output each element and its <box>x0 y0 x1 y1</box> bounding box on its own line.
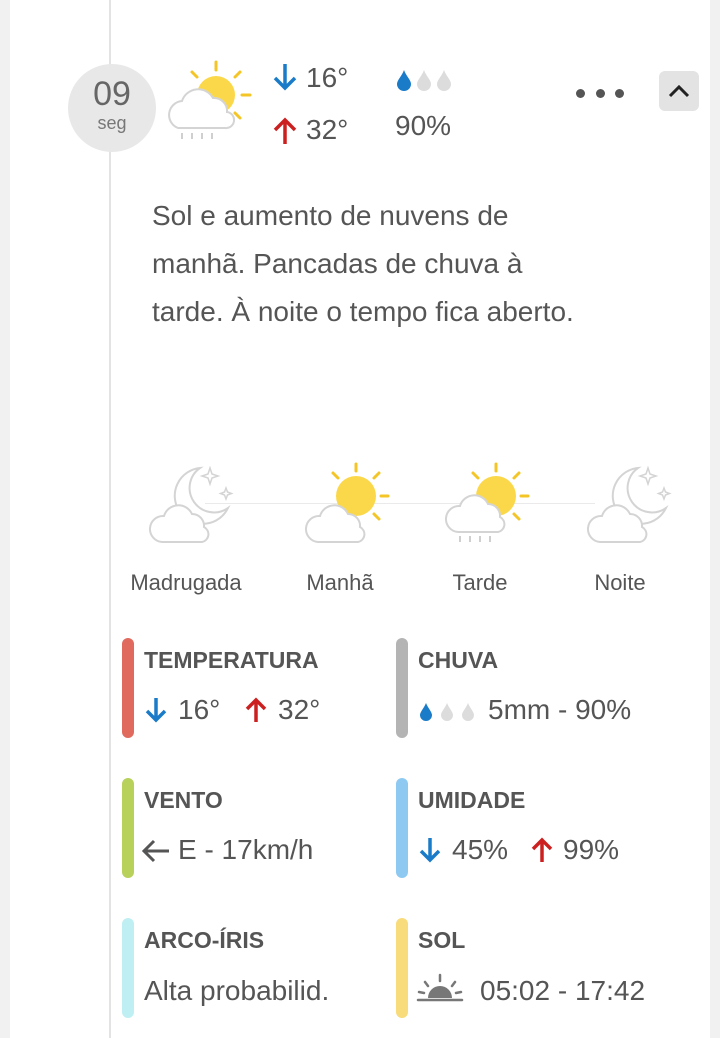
forecast-card: 09 seg 16° 32° 90% Sol e aumento de nuve… <box>10 0 710 1038</box>
chevron-up-icon <box>668 84 690 98</box>
date-badge: 09 seg <box>68 64 156 152</box>
humidity-color-bar <box>396 778 408 878</box>
moon-cloud-icon <box>149 465 234 543</box>
rainbow-title: ARCO-ÍRIS <box>144 927 265 953</box>
collapse-button[interactable] <box>659 71 699 111</box>
wind-value: E - 17km/h <box>178 834 314 865</box>
wind-title: VENTO <box>144 787 223 813</box>
moon-cloud-icon <box>587 465 672 543</box>
humidity-title: UMIDADE <box>418 787 526 813</box>
arrow-up-icon <box>273 117 297 144</box>
forecast-description: Sol e aumento de nuvens de manhã. Pancad… <box>152 200 574 327</box>
humidity-min: 45% <box>452 834 509 865</box>
arrow-down-icon <box>273 64 297 91</box>
arrow-down-icon <box>419 838 441 863</box>
period-label-tarde: Tarde <box>452 570 508 595</box>
sun-color-bar <box>396 918 408 1018</box>
sun-cloud-icon <box>305 462 390 543</box>
temperature-color-bar <box>122 638 134 738</box>
rain-title: CHUVA <box>418 647 499 673</box>
temperature-title: TEMPERATURA <box>144 647 319 673</box>
rainbow-color-bar <box>122 918 134 1018</box>
temperature-min: 16° <box>178 694 221 725</box>
arrow-up-icon <box>531 837 553 862</box>
sun-times: 05:02 - 17:42 <box>480 975 646 1006</box>
rain-probability: 90% <box>395 110 452 141</box>
sun-rain-cloud-icon <box>445 462 530 542</box>
dot-icon <box>615 88 624 98</box>
weekday-label: seg <box>97 113 127 133</box>
sun-title: SOL <box>418 927 466 953</box>
arrow-up-icon <box>245 697 267 722</box>
temp-max: 32° <box>306 114 349 145</box>
date-number: 09 <box>93 75 131 113</box>
sunrise-icon <box>416 973 464 1002</box>
rainbow-value: Alta probabilid. <box>144 975 330 1006</box>
period-label-manha: Manhã <box>306 570 374 595</box>
period-label-noite: Noite <box>594 570 646 595</box>
arrow-left-icon <box>141 839 169 863</box>
dot-icon <box>595 88 605 98</box>
temp-min: 16° <box>306 62 349 93</box>
rain-drops-icon <box>397 70 451 91</box>
arrow-down-icon <box>145 698 167 723</box>
humidity-max: 99% <box>563 834 620 865</box>
timeline-line <box>109 0 111 1038</box>
wind-color-bar <box>122 778 134 878</box>
temperature-max: 32° <box>278 694 321 725</box>
period-label-madrugada: Madrugada <box>130 570 242 595</box>
rain-value: 5mm - 90% <box>488 694 632 725</box>
rain-drops-icon <box>420 703 474 721</box>
rain-color-bar <box>396 638 408 738</box>
dot-icon <box>576 88 585 98</box>
sun-rain-cloud-icon <box>168 60 252 139</box>
more-options-button[interactable] <box>576 82 624 104</box>
